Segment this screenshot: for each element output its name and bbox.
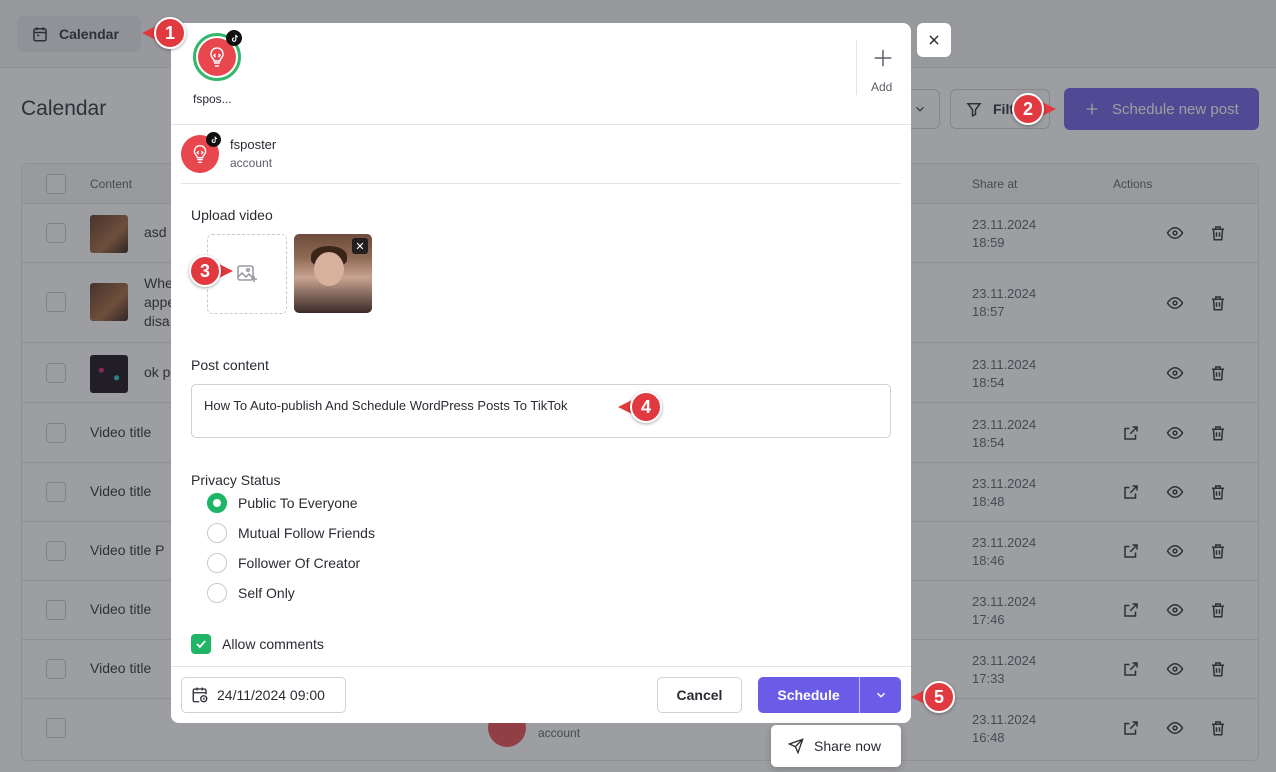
privacy-option-label: Public To Everyone [238, 495, 358, 511]
share-now-label: Share now [814, 738, 881, 754]
schedule-split-button: Schedule [758, 677, 901, 713]
callout-badge-4: 4 [618, 391, 662, 423]
tiktok-icon [226, 30, 242, 46]
allow-comments-checkbox[interactable] [191, 634, 211, 654]
add-image-icon [237, 265, 257, 282]
privacy-option-self[interactable]: Self Only [207, 583, 295, 603]
check-icon [196, 640, 206, 649]
privacy-option-label: Mutual Follow Friends [238, 525, 375, 541]
radio-selected[interactable] [207, 493, 227, 513]
radio[interactable] [207, 553, 227, 573]
callout-badge-1: 1 [142, 17, 186, 49]
add-account-plus-icon[interactable] [872, 47, 894, 69]
account-chip-name: fspos... [193, 92, 232, 106]
remove-video-close-icon[interactable]: ✕ [352, 238, 368, 254]
selected-account-sub: account [230, 156, 273, 170]
tiktok-icon [206, 132, 221, 147]
post-content-textarea[interactable]: How To Auto-publish And Schedule WordPre… [191, 384, 891, 438]
schedule-date-value: 24/11/2024 09:00 [217, 687, 325, 703]
calendar-clock-icon [192, 687, 208, 703]
account-selector: fspos... Add [171, 23, 911, 125]
radio[interactable] [207, 523, 227, 543]
chevron-down-icon [876, 692, 885, 698]
schedule-post-modal: fspos... Add fsposter account Upload vid… [171, 23, 911, 723]
divider [856, 40, 857, 95]
share-now-menu-item[interactable]: Share now [771, 725, 901, 767]
close-modal-button[interactable] [917, 23, 951, 57]
callout-badge-3: 3 [189, 255, 233, 287]
privacy-option-follower[interactable]: Follower Of Creator [207, 553, 360, 573]
callout-badge-5: 5 [911, 681, 955, 713]
send-icon [788, 738, 804, 754]
privacy-option-public[interactable]: Public To Everyone [207, 493, 358, 513]
schedule-button[interactable]: Schedule [758, 677, 859, 713]
privacy-option-label: Self Only [238, 585, 295, 601]
radio[interactable] [207, 583, 227, 603]
allow-comments-label: Allow comments [222, 636, 324, 652]
selected-account: fsposter account [181, 125, 901, 184]
selected-account-name: fsposter [230, 137, 277, 152]
modal-footer: 24/11/2024 09:00 Cancel Schedule [171, 666, 911, 723]
privacy-option-label: Follower Of Creator [238, 555, 361, 571]
close-icon [929, 35, 939, 45]
cancel-button[interactable]: Cancel [657, 677, 742, 713]
post-content-label: Post content [191, 357, 269, 373]
allow-comments-toggle[interactable]: Allow comments [191, 634, 324, 654]
callout-badge-2: 2 [1012, 93, 1056, 125]
schedule-options-toggle[interactable] [860, 677, 901, 713]
add-account-label[interactable]: Add [871, 80, 892, 94]
privacy-status-label: Privacy Status [191, 472, 281, 488]
schedule-date-input[interactable]: 24/11/2024 09:00 [181, 677, 346, 713]
privacy-option-mutual[interactable]: Mutual Follow Friends [207, 523, 375, 543]
upload-video-label: Upload video [191, 207, 273, 223]
uploaded-video-thumbnail[interactable]: ✕ [294, 234, 372, 313]
